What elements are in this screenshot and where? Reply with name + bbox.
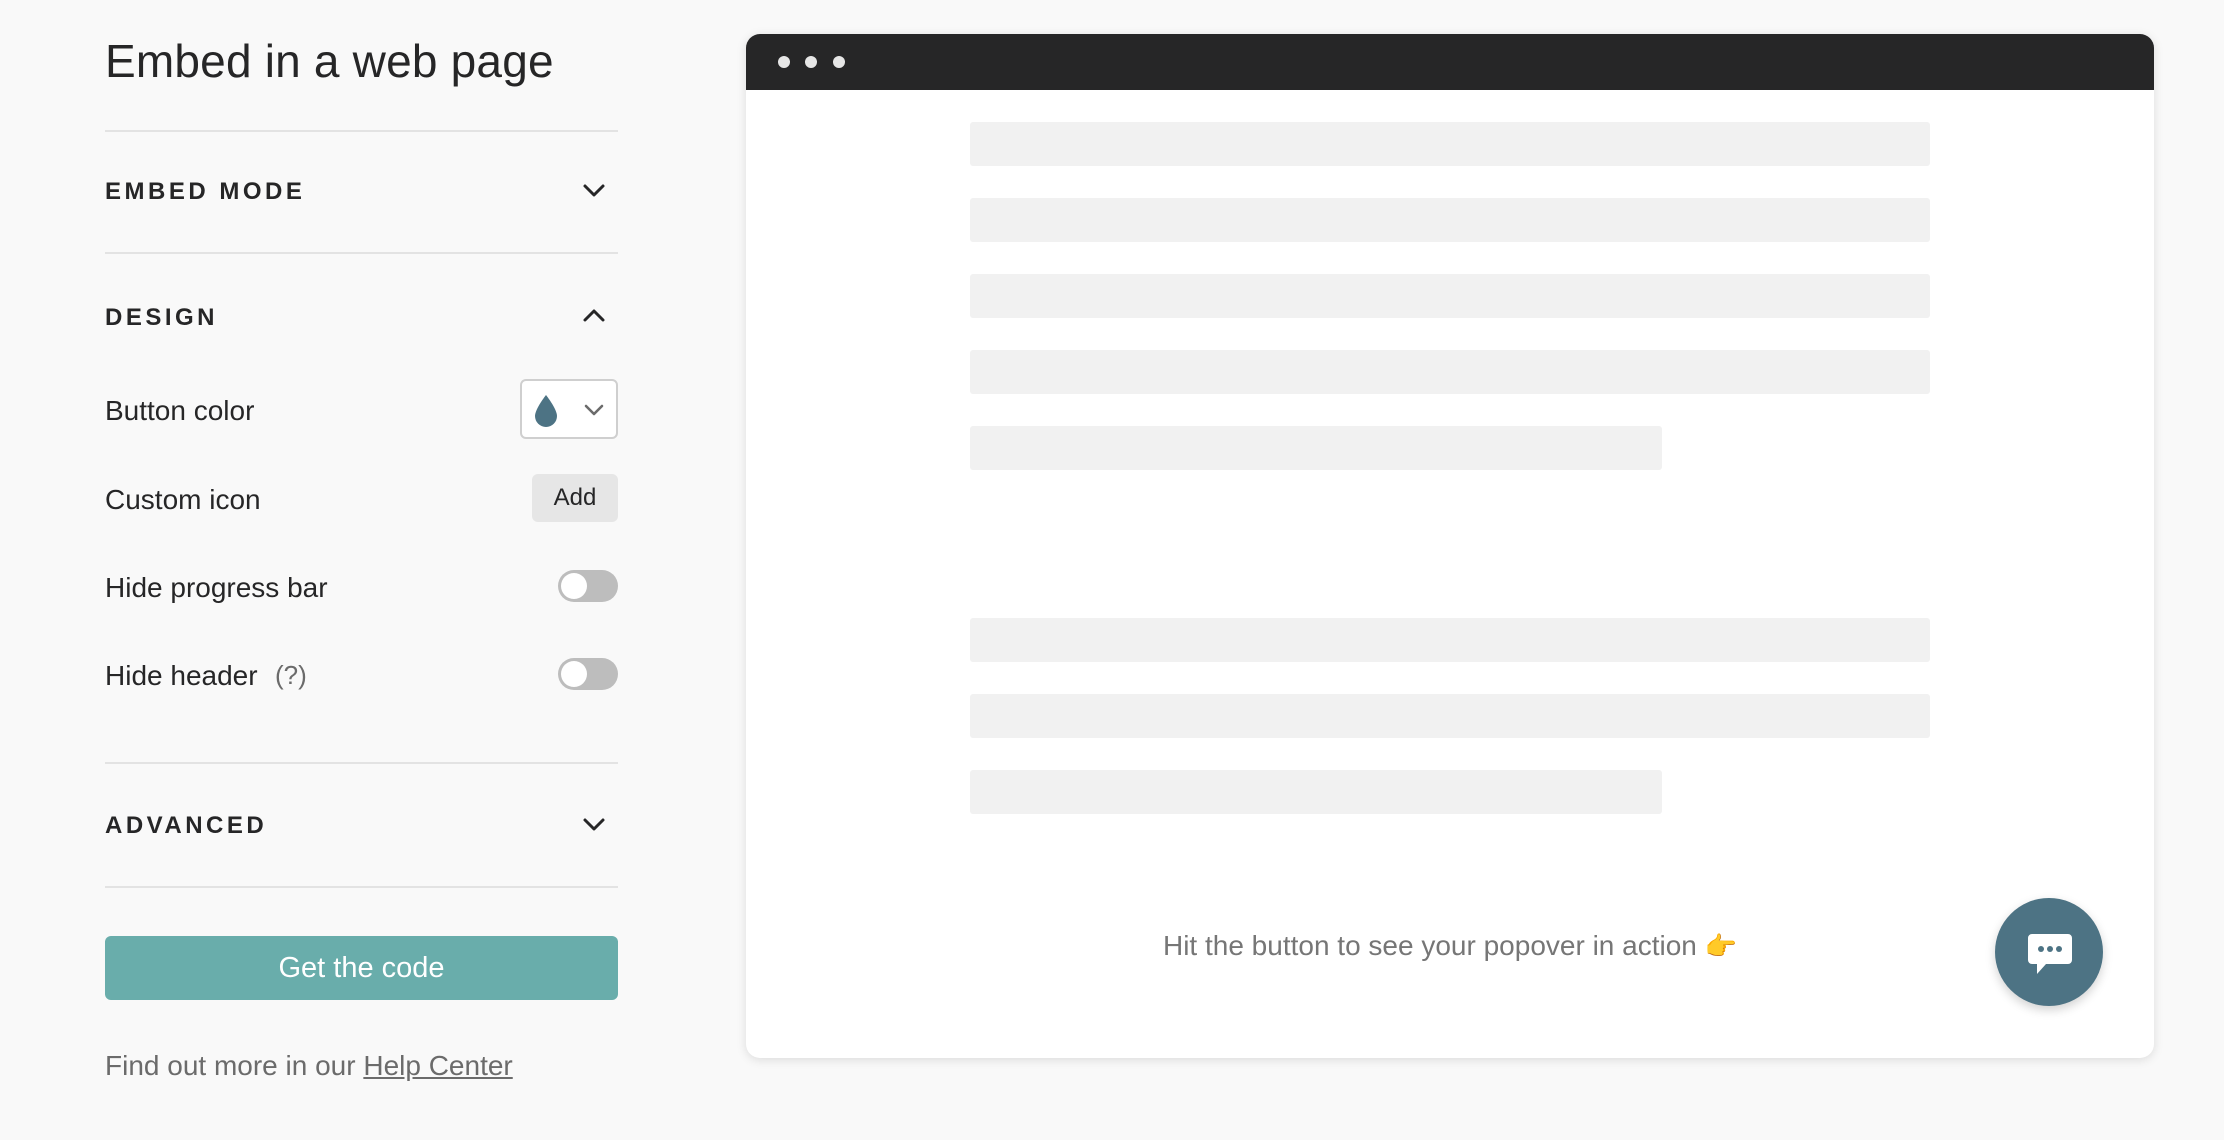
button-color-picker[interactable] [520,379,618,439]
window-dot [805,56,817,68]
popover-hint-text: Hit the button to see your popover in ac… [746,930,2154,962]
chat-bubble-icon [2028,934,2072,974]
divider [105,252,618,254]
divider [105,762,618,764]
divider [105,130,618,132]
page-title: Embed in a web page [105,35,554,87]
chevron-down-icon [583,818,605,831]
section-embed-mode-label: EMBED MODE [105,178,306,205]
custom-icon-row: Custom icon Add [105,468,618,528]
hide-header-row: Hide header (?) [105,644,618,704]
window-dot [778,56,790,68]
skeleton-line [970,350,1930,394]
button-color-label: Button color [105,395,255,426]
embed-preview: Hit the button to see your popover in ac… [746,34,2154,1058]
help-center-link[interactable]: Help Center [363,1050,512,1081]
hide-progress-bar-toggle[interactable] [558,570,618,602]
skeleton-line [970,618,1930,662]
popover-hint-label: Hit the button to see your popover in ac… [1162,930,1697,961]
skeleton-line [970,694,1930,738]
skeleton-line [970,770,1662,814]
popover-chat-button[interactable] [1995,898,2103,1006]
section-embed-mode[interactable]: EMBED MODE [105,162,618,222]
help-text: Find out more in our Help Center [105,1050,513,1082]
hide-header-help-hint[interactable]: (?) [275,660,307,691]
chevron-down-icon [583,184,605,197]
hide-progress-bar-label: Hide progress bar [105,572,328,603]
toggle-knob [561,661,587,687]
section-advanced-label: ADVANCED [105,812,268,839]
add-custom-icon-button[interactable]: Add [532,474,618,522]
chevron-down-icon [584,404,604,416]
hide-header-label: Hide header [105,660,258,691]
section-design-label: DESIGN [105,304,219,331]
hide-progress-bar-row: Hide progress bar [105,556,618,616]
button-color-row: Button color [105,379,618,439]
help-prefix: Find out more in our [105,1050,364,1081]
hide-header-toggle[interactable] [558,658,618,690]
section-advanced[interactable]: ADVANCED [105,796,618,856]
embed-settings-page: Embed in a web page EMBED MODE DESIGN Bu… [0,0,2224,1140]
skeleton-line [970,122,1930,166]
custom-icon-label: Custom icon [105,484,261,515]
pointing-right-hand-icon: 👉 [1704,931,1738,961]
get-the-code-button[interactable]: Get the code [105,936,618,1000]
browser-title-bar [746,34,2154,90]
toggle-knob [561,573,587,599]
skeleton-line [970,274,1930,318]
divider [105,886,618,888]
color-drop-icon [535,395,557,427]
window-dot [833,56,845,68]
chevron-up-icon [583,309,605,322]
skeleton-line [970,198,1930,242]
section-design[interactable]: DESIGN [105,288,618,348]
skeleton-line [970,426,1662,470]
